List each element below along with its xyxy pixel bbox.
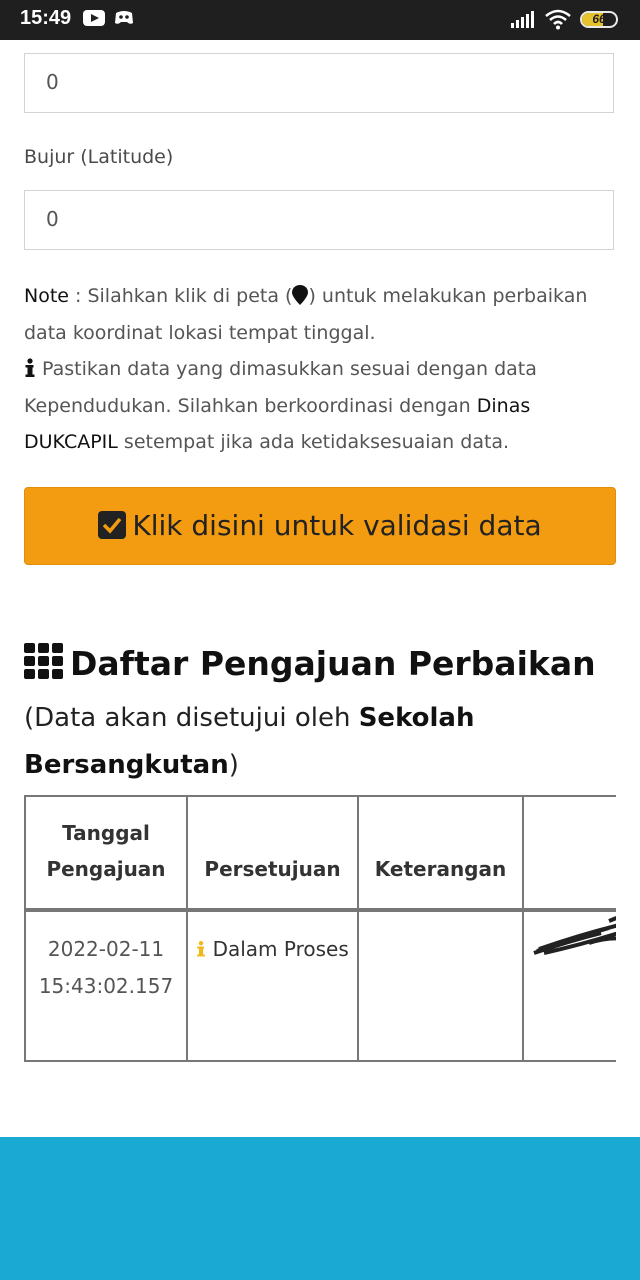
header-persetujuan: Persetujuan	[204, 857, 341, 881]
info-icon	[25, 358, 35, 377]
signal-icon	[511, 11, 534, 28]
info-tail: setempat jika ada ketidaksesuaian data.	[117, 431, 510, 453]
longitude-label: Bujur (Latitude)	[24, 146, 174, 168]
header-keterangan: Keterangan	[374, 857, 507, 881]
map-marker-icon	[292, 285, 309, 305]
longitude-input[interactable]: 0	[24, 190, 614, 250]
redaction-scribble	[533, 916, 616, 955]
subtitle-open: (Data akan disetujui oleh	[24, 703, 359, 733]
row-status: Dalam Proses	[188, 931, 357, 968]
subtitle-close: )	[228, 750, 239, 780]
footer-band	[0, 1137, 640, 1280]
submission-table: Tanggal Pengajuan Persetujuan Keterangan…	[24, 795, 616, 1062]
checkbox-checked-icon	[98, 511, 127, 539]
wifi-icon	[545, 9, 571, 30]
validate-button-label: Klik disini untuk validasi data	[132, 509, 542, 542]
note-part1: : Silahkan klik di peta (	[68, 285, 293, 307]
row-date: 2022-02-11 15:43:02.157	[38, 937, 174, 998]
validate-button[interactable]: Klik disini untuk validasi data	[24, 487, 616, 565]
info-text: Pastikan data yang dimasukkan sesuai den…	[24, 358, 537, 417]
game-controller-icon	[115, 11, 133, 24]
grid-icon	[24, 643, 63, 679]
info-icon	[197, 941, 205, 957]
longitude-value: 0	[46, 207, 59, 231]
status-bar: 15:49 66	[0, 0, 640, 40]
latitude-input[interactable]: 0	[24, 53, 614, 113]
section-subtitle: (Data akan disetujui oleh Sekolah Bersan…	[24, 695, 584, 789]
battery-icon: 66	[580, 11, 618, 28]
youtube-icon	[83, 10, 105, 26]
battery-level: 66	[592, 12, 606, 26]
section-title: Daftar Pengajuan Perbaikan	[24, 643, 596, 683]
row-status-text: Dalam Proses	[212, 937, 349, 961]
section-title-text: Daftar Pengajuan Perbaikan	[70, 644, 596, 683]
header-tanggal: Tanggal Pengajuan	[46, 821, 166, 881]
latitude-value: 0	[46, 70, 59, 94]
note-prefix: Note	[24, 285, 69, 307]
note-text: Note : Silahkan klik di peta () untuk me…	[24, 278, 624, 461]
status-time: 15:49	[20, 7, 72, 29]
